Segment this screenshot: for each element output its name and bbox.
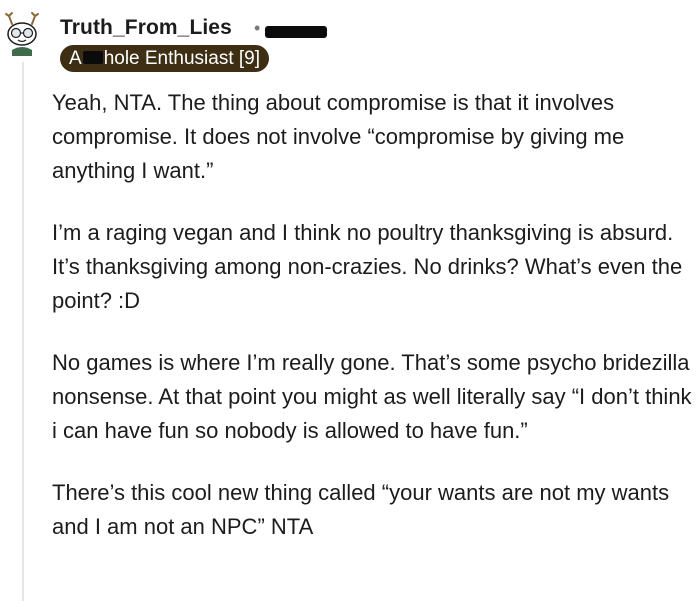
separator-dot: •: [254, 18, 261, 38]
redacted-timestamp: [265, 26, 327, 38]
comment-body: Yeah, NTA. The thing about compromise is…: [52, 86, 692, 572]
avatar[interactable]: [0, 10, 46, 56]
thread-line[interactable]: [22, 62, 24, 601]
flair-redaction: [82, 51, 103, 65]
comment-paragraph: Yeah, NTA. The thing about compromise is…: [52, 90, 625, 183]
flair-suffix: hole Enthusiast [9]: [103, 48, 261, 69]
comment-paragraph: There’s this cool new thing called “your…: [52, 480, 670, 539]
flair-prefix: A: [69, 48, 82, 69]
snoo-reindeer-avatar-icon: [5, 12, 39, 56]
comment-paragraph: No games is where I’m really gone. That’…: [52, 350, 692, 443]
comment-paragraph: I’m a raging vegan and I think no poultr…: [52, 220, 683, 313]
user-flair: Ahole Enthusiast [9]: [60, 45, 270, 72]
username[interactable]: Truth_From_Lies: [60, 16, 232, 40]
